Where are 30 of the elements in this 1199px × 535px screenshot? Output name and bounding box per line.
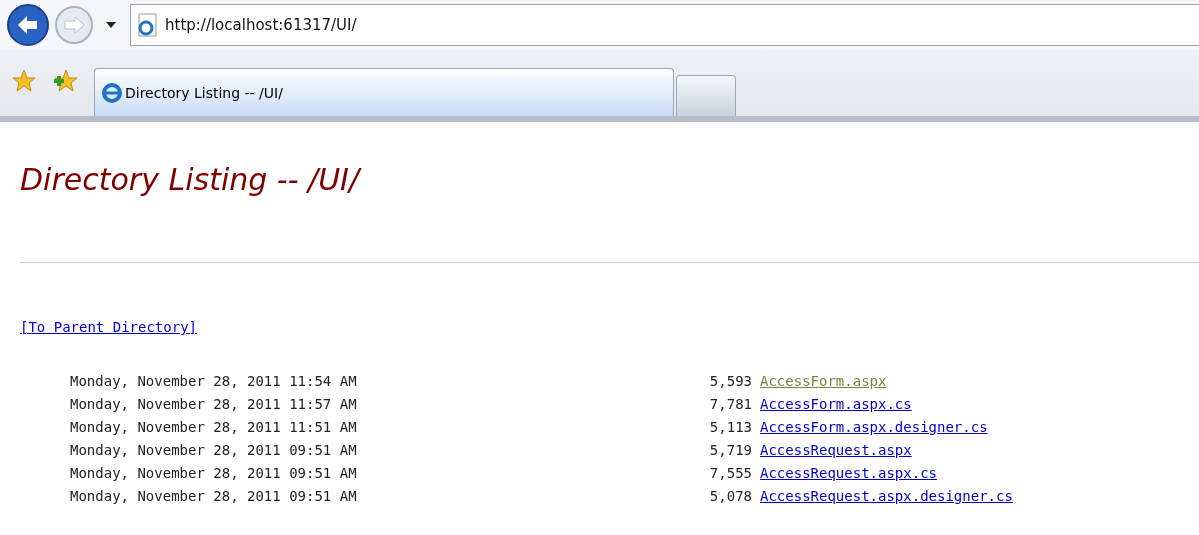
- browser-logo-icon: [101, 81, 123, 104]
- browser-tab[interactable]: Directory Listing -- /UI/: [94, 68, 674, 116]
- back-button[interactable]: [6, 3, 50, 47]
- file-date: Monday, November 28, 2011 11:54 AM: [69, 372, 358, 389]
- star-icon[interactable]: [12, 69, 36, 93]
- add-favorite-icon[interactable]: [52, 69, 78, 93]
- file-size: 5,719: [708, 441, 752, 458]
- file-date: Monday, November 28, 2011 09:51 AM: [69, 441, 358, 458]
- new-tab-button[interactable]: [676, 75, 736, 116]
- file-link[interactable]: AccessRequest.aspx.designer.cs: [760, 487, 1013, 504]
- file-link[interactable]: AccessRequest.aspx: [760, 441, 912, 458]
- file-date: Monday, November 28, 2011 09:51 AM: [69, 464, 358, 481]
- page-icon: [135, 13, 159, 37]
- file-link[interactable]: AccessRequest.aspx.cs: [760, 464, 937, 481]
- file-size: 7,555: [708, 464, 752, 481]
- file-size: 5,113: [708, 418, 752, 435]
- file-link[interactable]: AccessForm.aspx.designer.cs: [760, 418, 988, 435]
- file-size: 5,078: [708, 487, 752, 504]
- dropdown-caret-icon[interactable]: [106, 22, 116, 28]
- page-heading: Directory Listing -- /UI/: [20, 162, 363, 197]
- parent-directory-link[interactable]: [To Parent Directory]: [20, 319, 197, 335]
- address-bar[interactable]: http://localhost:61317/UI/: [130, 4, 1199, 46]
- file-size: 5,593: [708, 372, 752, 389]
- file-link[interactable]: AccessForm.aspx: [760, 372, 887, 389]
- file-date: Monday, November 28, 2011 09:51 AM: [69, 487, 358, 504]
- file-link[interactable]: AccessForm.aspx.cs: [760, 395, 912, 412]
- file-date: Monday, November 28, 2011 11:57 AM: [69, 395, 358, 412]
- file-date: Monday, November 28, 2011 11:51 AM: [69, 418, 358, 435]
- file-size: 7,781: [708, 395, 752, 412]
- address-text: http://localhost:61317/UI/: [165, 16, 357, 34]
